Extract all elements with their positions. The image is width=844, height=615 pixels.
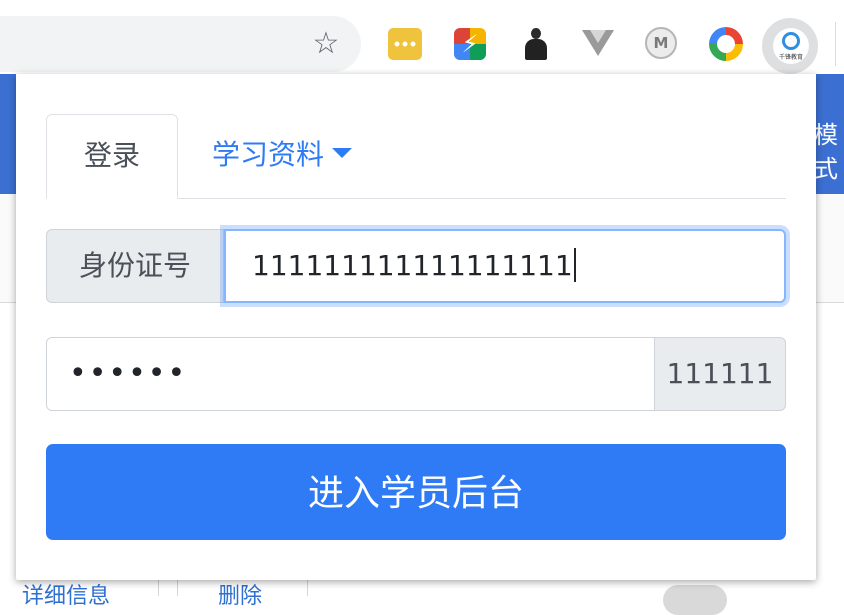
- tab-study-materials-label: 学习资料: [212, 138, 324, 171]
- browser-toolbar: ☆ ⚡ M 千锋教育: [0, 0, 844, 74]
- color-ring-ext-icon[interactable]: [709, 27, 743, 61]
- qianfeng-ext-caption: 千锋教育: [773, 52, 809, 61]
- id-number-value: 111111111111111111: [252, 249, 573, 282]
- message-ext-icon[interactable]: [388, 28, 422, 60]
- details-link[interactable]: 详细信息: [22, 578, 110, 610]
- qianfeng-ext-icon[interactable]: 千锋教育: [773, 28, 809, 64]
- address-bar[interactable]: [0, 16, 361, 72]
- extension-popup: 登录 学习资料 身份证号 111111111111111111 •••••• 1…: [16, 74, 816, 580]
- toolbar-separator: [835, 22, 836, 66]
- id-number-group: 身份证号 111111111111111111: [46, 229, 786, 303]
- status-toggle[interactable]: [663, 585, 727, 615]
- password-input[interactable]: ••••••: [46, 337, 655, 411]
- page-header-text: 模式: [814, 118, 844, 186]
- text-cursor: [574, 248, 576, 282]
- caret-down-icon: [332, 148, 352, 158]
- password-hint: 111111: [654, 337, 786, 411]
- id-number-input[interactable]: 111111111111111111: [224, 229, 786, 303]
- enter-student-backend-button[interactable]: 进入学员后台: [46, 444, 786, 540]
- tab-login[interactable]: 登录: [46, 114, 178, 199]
- tab-study-materials[interactable]: 学习资料: [212, 114, 352, 197]
- password-value: ••••••: [69, 356, 187, 391]
- person-ext-icon[interactable]: [520, 26, 552, 62]
- id-number-label: 身份证号: [46, 229, 224, 303]
- m-ext-icon[interactable]: M: [645, 27, 677, 59]
- bookmark-star-icon[interactable]: ☆: [309, 27, 343, 61]
- bolt-ext-icon[interactable]: ⚡: [454, 28, 486, 60]
- vue-devtools-icon[interactable]: [582, 28, 614, 58]
- popup-tabs: 登录 学习资料: [46, 114, 786, 199]
- delete-link[interactable]: 删除: [218, 578, 262, 610]
- password-group: •••••• 111111: [46, 337, 786, 411]
